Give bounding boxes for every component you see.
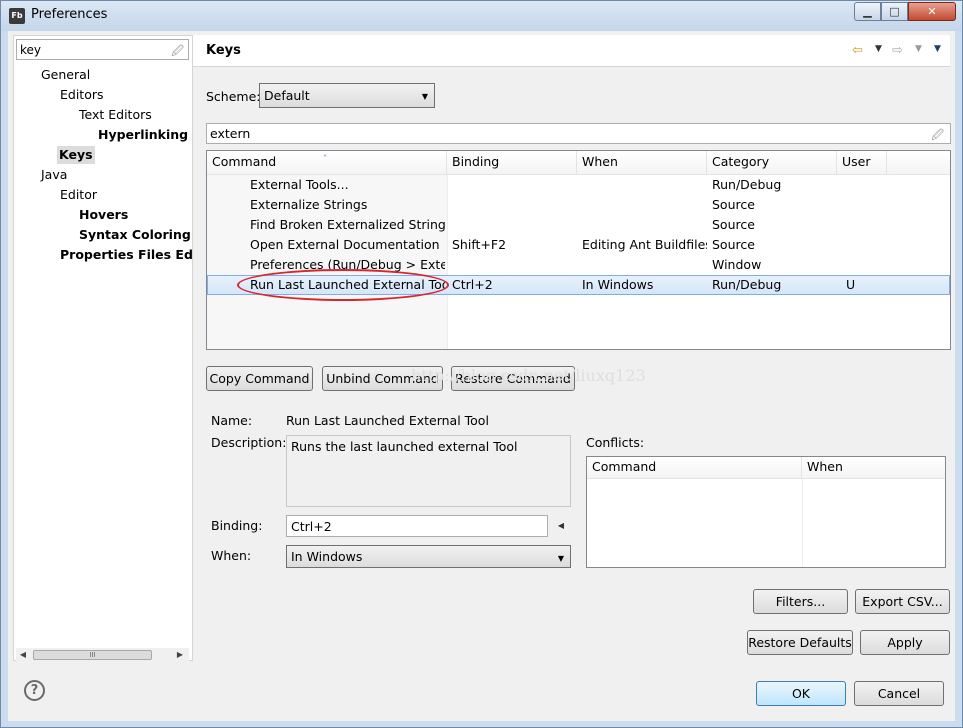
tree-item-properties-files-editor[interactable]: Properties Files Edit	[58, 246, 205, 264]
when-dropdown[interactable]: In Windows ▼	[286, 545, 571, 568]
cell-command: Find Broken Externalized Strings	[250, 217, 445, 232]
name-label: Name:	[211, 413, 253, 428]
tree-item-hyperlinking[interactable]: Hyperlinking	[96, 126, 190, 144]
conflicts-table: Command When	[586, 456, 946, 568]
window-title: Preferences	[31, 7, 108, 22]
column-header-command-label: Command	[212, 154, 277, 169]
cell-category: Run/Debug	[712, 177, 782, 192]
binding-input[interactable]: Ctrl+2	[286, 515, 548, 537]
cell-category: Source	[712, 237, 755, 252]
cell-category: Source	[712, 197, 755, 212]
forward-menu-chevron-down-icon[interactable]: ▼	[915, 44, 922, 54]
sort-ascending-icon: ˄	[323, 154, 327, 163]
back-menu-chevron-down-icon[interactable]: ▼	[875, 44, 882, 54]
tree-item-syntax-coloring[interactable]: Syntax Coloring	[77, 226, 193, 244]
tree-item-hovers[interactable]: Hovers	[77, 206, 130, 224]
table-row[interactable]: Open External Documentation Shift+F2 Edi…	[207, 235, 950, 255]
table-row[interactable]: Externalize Strings Source	[207, 195, 950, 215]
cell-user: U	[846, 277, 856, 292]
minimize-button[interactable]: ▁	[854, 2, 881, 21]
column-header-command[interactable]: Command ˄	[207, 151, 447, 175]
highlight-annotation-ellipse	[237, 269, 449, 301]
forward-arrow-icon[interactable]: ⇨	[892, 43, 903, 58]
table-row[interactable]: External Tools... Run/Debug	[207, 175, 950, 195]
chevron-down-icon: ▼	[421, 92, 428, 101]
cell-category: Source	[712, 217, 755, 232]
description-label: Description:	[211, 435, 287, 450]
tree-item-keys[interactable]: Keys	[57, 146, 95, 164]
keys-page: Keys ⇦ ▼ ⇨ ▼ ▼ Scheme: Default ▼ 🖉 Co	[193, 35, 951, 661]
restore-defaults-button[interactable]: Restore Defaults	[747, 630, 853, 655]
command-filter-box[interactable]: 🖉	[206, 123, 951, 144]
cell-when: Editing Ant Buildfiles	[582, 237, 707, 252]
key-bindings-table: Command ˄ Binding When Category User Ext…	[206, 150, 951, 350]
view-menu-chevron-down-icon[interactable]: ▼	[934, 44, 941, 54]
conflicts-label: Conflicts:	[586, 435, 645, 450]
maximize-button[interactable]: □	[881, 2, 908, 21]
scroll-left-icon[interactable]: ◀	[16, 648, 30, 662]
cell-category: Window	[712, 257, 762, 272]
scheme-value: Default	[264, 88, 310, 103]
when-value: In Windows	[291, 549, 363, 564]
back-arrow-icon[interactable]: ⇦	[852, 43, 863, 58]
dialog-client-area: 🖉 General Editors Text Editors Hyperlink…	[8, 31, 955, 721]
scroll-thumb[interactable]: III	[33, 650, 152, 660]
tree-horizontal-scrollbar[interactable]: ◀ III ▶	[16, 648, 189, 662]
cell-category: Run/Debug	[712, 277, 782, 292]
copy-command-button[interactable]: Copy Command	[206, 366, 313, 391]
when-label: When:	[211, 548, 252, 563]
command-filter-input[interactable]	[207, 124, 907, 143]
binding-label: Binding:	[211, 518, 263, 533]
close-button[interactable]: ✕	[908, 2, 956, 21]
help-icon[interactable]: ?	[24, 680, 45, 701]
column-header-user[interactable]: User	[837, 151, 887, 175]
binding-menu-chevron-left-icon[interactable]: ◀	[552, 515, 570, 537]
clear-filter-icon[interactable]: 🖉	[931, 126, 944, 147]
tree-item-general[interactable]: General	[39, 66, 92, 84]
filter-box[interactable]: 🖉	[16, 39, 189, 60]
tree-item-text-editors[interactable]: Text Editors	[77, 106, 154, 124]
cell-command: Open External Documentation	[250, 237, 440, 252]
tree-item-editor[interactable]: Editor	[58, 186, 99, 204]
table-row[interactable]: Find Broken Externalized Strings Source	[207, 215, 950, 235]
apply-button[interactable]: Apply	[860, 630, 950, 655]
column-divider	[802, 479, 803, 567]
filters-button[interactable]: Filters...	[753, 589, 848, 614]
cell-command: External Tools...	[250, 177, 349, 192]
cell-binding: Ctrl+2	[452, 277, 493, 292]
conflicts-column-command[interactable]: Command	[587, 457, 802, 479]
column-header-binding[interactable]: Binding	[447, 151, 577, 175]
dialog-button-bar: ? OK Cancel	[8, 661, 955, 721]
chevron-down-icon: ▼	[557, 554, 564, 563]
ok-button[interactable]: OK	[756, 681, 846, 706]
preference-tree-panel: 🖉 General Editors Text Editors Hyperlink…	[13, 35, 203, 662]
page-title: Keys	[206, 43, 241, 58]
watermark-text: http://blog.csdn.net/liuxq123	[411, 366, 646, 385]
conflicts-column-when[interactable]: When	[802, 457, 945, 479]
scheme-dropdown[interactable]: Default ▼	[259, 83, 435, 108]
export-csv-button[interactable]: Export CSV...	[855, 589, 950, 614]
column-header-category[interactable]: Category	[707, 151, 837, 175]
title-bar[interactable]: Fb Preferences ▁ □ ✕	[1, 1, 962, 31]
page-header: Keys ⇦ ▼ ⇨ ▼ ▼	[193, 35, 950, 67]
cell-when: In Windows	[582, 277, 654, 292]
column-header-filler	[887, 151, 950, 175]
scheme-label: Scheme:	[206, 89, 261, 104]
cancel-button[interactable]: Cancel	[854, 681, 944, 706]
column-header-when[interactable]: When	[577, 151, 707, 175]
tree-item-java[interactable]: Java	[39, 166, 69, 184]
description-field: Runs the last launched external Tool	[286, 435, 571, 507]
tree-item-editors[interactable]: Editors	[58, 86, 106, 104]
cell-binding: Shift+F2	[452, 237, 507, 252]
app-icon: Fb	[9, 8, 25, 24]
scroll-right-icon[interactable]: ▶	[173, 648, 187, 662]
filter-input[interactable]	[17, 40, 162, 59]
cell-command: Externalize Strings	[250, 197, 368, 212]
preferences-window: Fb Preferences ▁ □ ✕ 🖉 General Editors T…	[0, 0, 963, 728]
name-value: Run Last Launched External Tool	[286, 413, 489, 428]
clear-filter-icon[interactable]: 🖉	[171, 42, 184, 63]
